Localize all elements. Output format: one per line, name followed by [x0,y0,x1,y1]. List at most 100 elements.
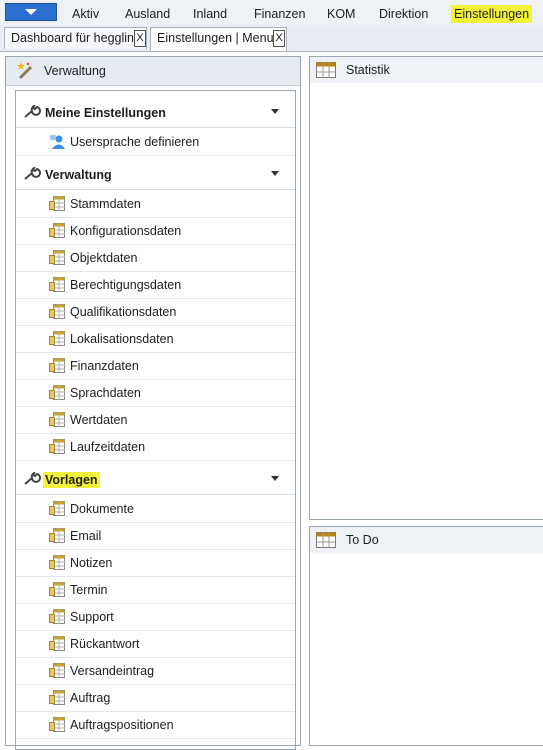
verwaltung-row[interactable]: Stammdaten [16,190,295,218]
data-table-icon [49,501,65,516]
vorlagen-row[interactable]: Support [16,603,295,631]
statistik-panel-title: Statistik [346,63,390,77]
verwaltung-row-label: Stammdaten [70,197,141,211]
app-menu-button[interactable] [5,3,57,21]
vorlagen-row-label: Support [70,610,114,624]
vorlagen-row-label: Rückantwort [70,637,140,651]
vorlagen-row[interactable]: Email [16,522,295,550]
menu-item-einstellungen[interactable]: Einstellungen [451,5,533,23]
verwaltung-row-label: Sprachdaten [70,386,141,400]
vorlagen-row-label: Dokumente [70,502,134,516]
data-table-icon [49,358,65,373]
vorlagen-row[interactable]: Auftrag [16,684,295,712]
document-tabstrip: Dashboard für hegglin X Einstellungen | … [0,25,543,52]
vorlagen-row[interactable]: Rückantwort [16,630,295,658]
todo-panel: To Do [309,526,543,746]
vorlagen-row[interactable]: Auftragspositionen [16,711,295,739]
tab-einstellungen-menu[interactable]: Einstellungen | Menu X [150,27,287,51]
menu-item-kom[interactable]: KOM [324,5,358,23]
data-table-icon [49,582,65,597]
verwaltung-row[interactable]: Qualifikationsdaten [16,298,295,326]
verwaltung-row[interactable]: Laufzeitdaten [16,433,295,461]
verwaltung-row[interactable]: Berechtigungsdaten [16,271,295,299]
menu-item-inland[interactable]: Inland [190,5,230,23]
verwaltung-row[interactable]: Sprachdaten [16,379,295,407]
tab-einstellungen-menu-label: Einstellungen | Menu [157,31,274,45]
tab-dashboard-close-button[interactable]: X [134,30,146,47]
statistik-panel: Statistik [309,56,543,520]
verwaltung-panel-title: Verwaltung [44,64,106,78]
data-table-icon [49,528,65,543]
vorlagen-row[interactable]: Versandeintrag [16,657,295,685]
section-vorlagen[interactable]: Vorlagen [16,464,295,495]
vorlagen-row-label: Termin [70,583,108,597]
main-menubar: Aktiv Ausland Inland Finanzen KOM Direkt… [0,0,543,26]
wrench-icon [24,105,41,118]
wrench-icon [24,167,41,180]
menu-item-finanzen[interactable]: Finanzen [251,5,308,23]
tab-dashboard[interactable]: Dashboard für hegglin X [4,27,147,49]
user-language-icon [50,135,65,149]
table-icon [316,62,336,78]
verwaltung-panel: Verwaltung Meine Einstellungen Usersprac… [5,56,301,750]
collapse-arrow-icon[interactable] [271,171,279,176]
magic-wand-icon [17,62,33,80]
data-table-icon [49,555,65,570]
vorlagen-row[interactable]: Notizen [16,549,295,577]
section-verwaltung[interactable]: Verwaltung [16,159,295,190]
vorlagen-row-label: Notizen [70,556,113,570]
data-table-icon [49,385,65,400]
verwaltung-row-label: Berechtigungsdaten [70,278,182,292]
menu-row-usersprache[interactable]: Usersprache definieren [16,128,295,156]
menu-row-usersprache-label: Usersprache definieren [70,135,200,149]
vorlagen-row-label: Auftrag [70,691,111,705]
table-icon [316,532,336,548]
verwaltung-row-label: Qualifikationsdaten [70,305,177,319]
todo-panel-title: To Do [346,533,379,547]
collapse-arrow-icon[interactable] [271,476,279,481]
vorlagen-row[interactable]: Termin [16,576,295,604]
chevron-down-icon [25,9,37,15]
data-table-icon [49,717,65,732]
verwaltung-row[interactable]: Finanzdaten [16,352,295,380]
data-table-icon [49,277,65,292]
verwaltung-row-label: Objektdaten [70,251,138,265]
verwaltung-row[interactable]: Wertdaten [16,406,295,434]
wrench-icon [24,472,41,485]
verwaltung-row-label: Wertdaten [70,413,128,427]
settings-menu-list: Meine Einstellungen Usersprache definier… [15,90,296,750]
verwaltung-row-label: Finanzdaten [70,359,139,373]
verwaltung-row[interactable]: Objektdaten [16,244,295,272]
verwaltung-row[interactable]: Lokalisationsdaten [16,325,295,353]
data-table-icon [49,250,65,265]
verwaltung-row-label: Lokalisationsdaten [70,332,174,346]
tab-einstellungen-close-button[interactable]: X [273,30,285,47]
section-verwaltung-label: Verwaltung [45,168,112,182]
verwaltung-row-label: Laufzeitdaten [70,440,146,454]
section-meine-einstellungen-label: Meine Einstellungen [45,106,166,120]
section-meine-einstellungen[interactable]: Meine Einstellungen [16,97,295,128]
data-table-icon [49,331,65,346]
data-table-icon [49,609,65,624]
verwaltung-row-label: Konfigurationsdaten [70,224,182,238]
vorlagen-row-label: Versandeintrag [70,664,155,678]
verwaltung-row[interactable]: Konfigurationsdaten [16,217,295,245]
menu-item-aktiv[interactable]: Aktiv [69,5,102,23]
section-vorlagen-label: Vorlagen [43,472,100,488]
data-table-icon [49,690,65,705]
data-table-icon [49,412,65,427]
data-table-icon [49,636,65,651]
menu-item-direktion[interactable]: Direktion [376,5,431,23]
data-table-icon [49,304,65,319]
data-table-icon [49,439,65,454]
vorlagen-row[interactable]: Dokumente [16,495,295,523]
verwaltung-panel-header: Verwaltung [6,57,300,86]
collapse-arrow-icon[interactable] [271,109,279,114]
menu-item-ausland[interactable]: Ausland [122,5,173,23]
vorlagen-row-label: Auftragspositionen [70,718,174,732]
data-table-icon [49,196,65,211]
data-table-icon [49,223,65,238]
todo-panel-header: To Do [310,527,543,553]
statistik-panel-header: Statistik [310,57,543,83]
vorlagen-row-label: Email [70,529,102,543]
